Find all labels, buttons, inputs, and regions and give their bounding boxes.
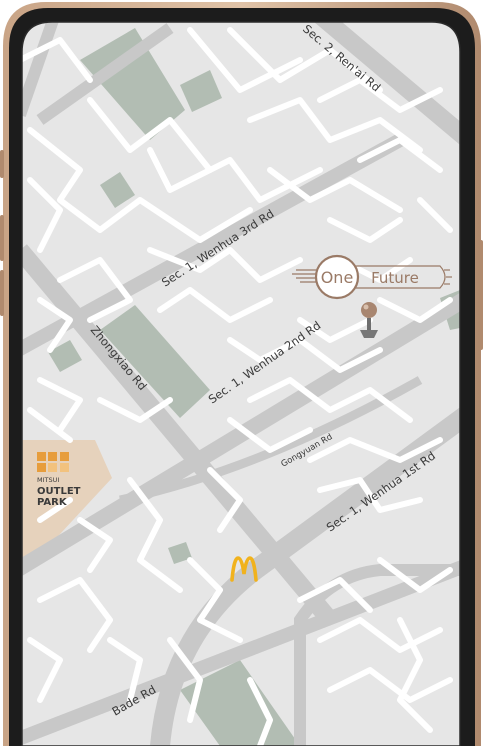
one-future-word-future: Future — [371, 269, 419, 287]
one-future-word-one: One — [321, 268, 354, 287]
volume-up-button — [0, 215, 4, 261]
volume-down-button — [0, 270, 4, 316]
map-view[interactable]: Sec. 2, Ren'ai Rd Sec. 1, Wenhua 3rd Rd … — [0, 0, 483, 746]
mitsui-logo-line2: OUTLET — [37, 486, 81, 497]
mitsui-logo-line1: MITSUI — [37, 476, 59, 484]
side-button — [0, 150, 4, 178]
phone-mockup: Sec. 2, Ren'ai Rd Sec. 1, Wenhua 3rd Rd … — [0, 0, 483, 746]
mitsui-logo-line3: PARK — [37, 497, 68, 508]
power-button — [479, 240, 483, 350]
